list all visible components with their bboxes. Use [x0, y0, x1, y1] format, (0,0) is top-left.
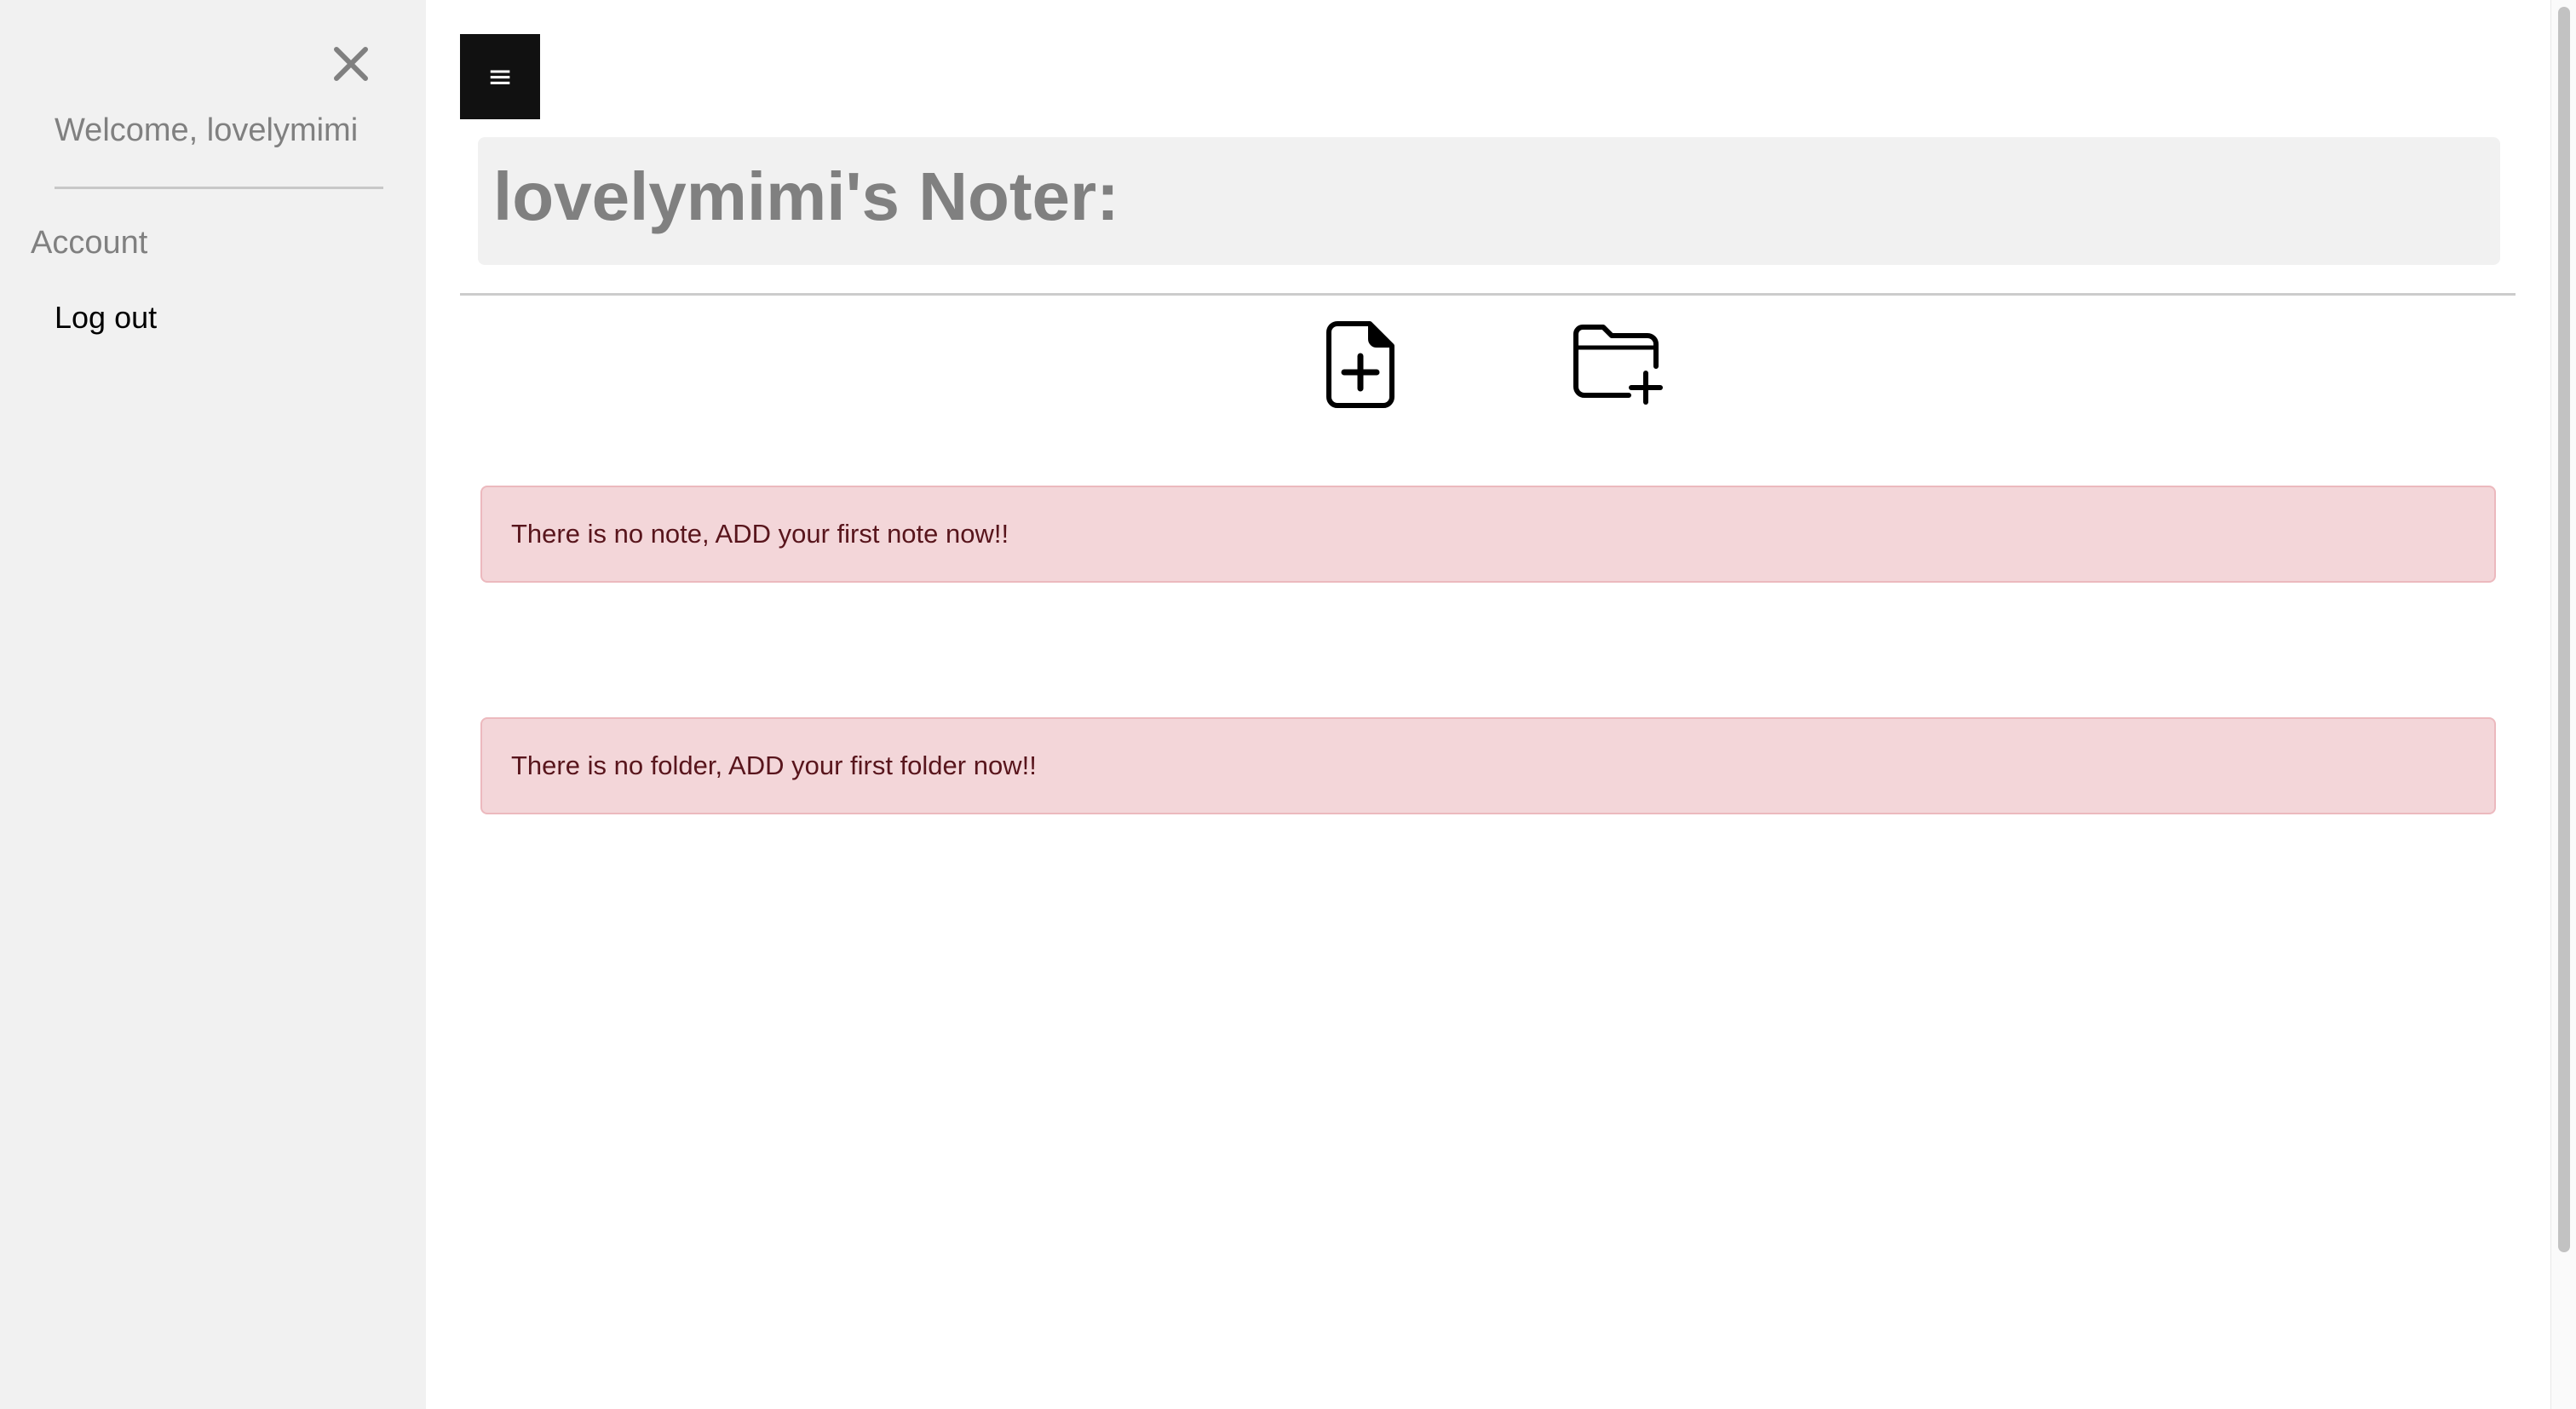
- welcome-text: Welcome, lovelymimi: [55, 112, 359, 148]
- hamburger-menu-icon: ≡: [486, 59, 514, 95]
- menu-toggle-button[interactable]: ≡: [460, 34, 540, 119]
- file-plus-icon: [1326, 321, 1394, 408]
- sidebar: Welcome, lovelymimi Account Log out: [0, 0, 426, 1409]
- scrollbar-track[interactable]: [2550, 0, 2576, 1409]
- sidebar-section-account: Account: [31, 225, 148, 261]
- scrollbar-thumb[interactable]: [2558, 7, 2570, 1252]
- folder-plus-icon: [1573, 325, 1663, 405]
- add-note-button[interactable]: [1325, 320, 1395, 409]
- sidebar-divider: [55, 187, 383, 189]
- logout-link[interactable]: Log out: [55, 300, 157, 336]
- add-folder-button[interactable]: [1573, 322, 1663, 407]
- main-divider: [460, 293, 2516, 296]
- no-notes-alert: There is no note, ADD your first note no…: [480, 486, 2496, 583]
- no-notes-message: There is no note, ADD your first note no…: [511, 519, 1009, 549]
- no-folders-alert: There is no folder, ADD your first folde…: [480, 717, 2496, 814]
- app-window: Welcome, lovelymimi Account Log out ≡ lo…: [0, 0, 2576, 1409]
- no-folders-message: There is no folder, ADD your first folde…: [511, 751, 1037, 780]
- page-title: lovelymimi's Noter:: [493, 158, 1119, 234]
- title-bar: lovelymimi's Noter:: [478, 137, 2500, 265]
- close-icon[interactable]: [328, 41, 374, 87]
